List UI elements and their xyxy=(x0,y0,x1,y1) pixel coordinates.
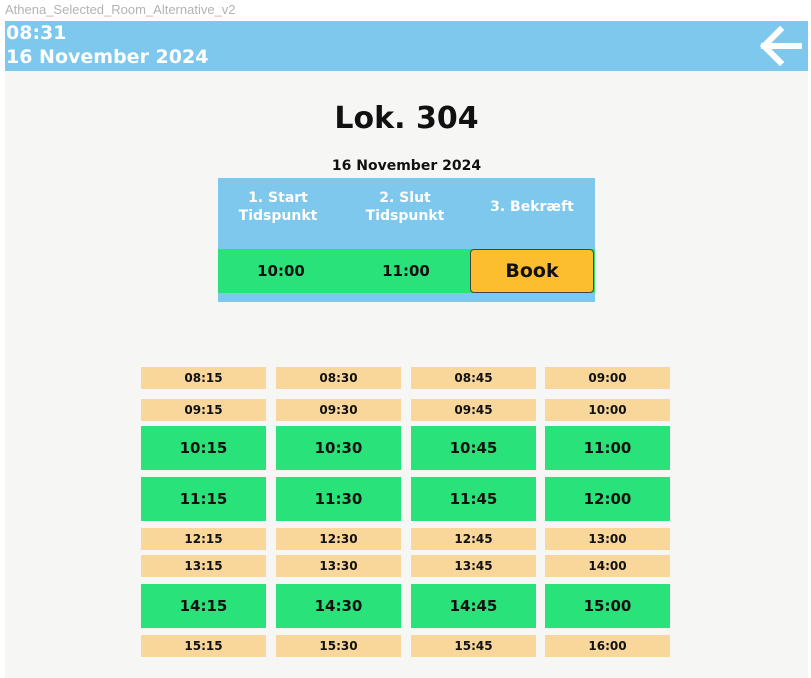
time-slot[interactable]: 15:00 xyxy=(545,584,670,628)
time-slot[interactable]: 09:30 xyxy=(276,399,401,421)
time-slot[interactable]: 12:45 xyxy=(411,528,536,550)
time-slot[interactable]: 11:15 xyxy=(141,477,266,521)
time-slot[interactable]: 08:15 xyxy=(141,367,266,389)
time-slot[interactable]: 15:30 xyxy=(276,635,401,657)
time-slot[interactable]: 14:15 xyxy=(141,584,266,628)
time-slot[interactable]: 11:30 xyxy=(276,477,401,521)
time-slot[interactable]: 14:45 xyxy=(411,584,536,628)
header-date: 16 November 2024 xyxy=(6,46,209,68)
time-slot[interactable]: 10:45 xyxy=(411,426,536,470)
arrow-left-icon xyxy=(759,25,803,67)
time-slot[interactable]: 10:00 xyxy=(545,399,670,421)
room-title: Lok. 304 xyxy=(334,101,479,136)
step-start-time: 1. Start Tidspunkt xyxy=(238,190,318,224)
time-slot[interactable]: 12:30 xyxy=(276,528,401,550)
time-slot[interactable]: 13:45 xyxy=(411,555,536,577)
time-slot[interactable]: 10:15 xyxy=(141,426,266,470)
time-slot[interactable]: 12:15 xyxy=(141,528,266,550)
time-slot[interactable]: 13:15 xyxy=(141,555,266,577)
step-confirm: 3. Bekræft xyxy=(490,199,574,215)
book-button[interactable]: Book xyxy=(470,249,594,293)
back-button[interactable] xyxy=(758,25,803,67)
frame-label: Athena_Selected_Room_Alternative_v2 xyxy=(5,2,236,17)
time-slot[interactable]: 14:30 xyxy=(276,584,401,628)
time-slot[interactable]: 15:15 xyxy=(141,635,266,657)
step-end-time: 2. Slut Tidspunkt xyxy=(365,190,445,224)
time-slot[interactable]: 08:45 xyxy=(411,367,536,389)
booking-panel: 1. Start Tidspunkt 2. Slut Tidspunkt 3. … xyxy=(218,178,595,302)
time-slot[interactable]: 11:00 xyxy=(545,426,670,470)
time-slot[interactable]: 14:00 xyxy=(545,555,670,577)
clock-time: 08:31 xyxy=(6,22,67,44)
selected-end-time[interactable]: 11:00 xyxy=(346,249,466,293)
booking-date: 16 November 2024 xyxy=(331,158,482,174)
time-slot[interactable]: 08:30 xyxy=(276,367,401,389)
time-slot[interactable]: 09:15 xyxy=(141,399,266,421)
time-slot[interactable]: 12:00 xyxy=(545,477,670,521)
time-slot[interactable]: 13:30 xyxy=(276,555,401,577)
screen: 08:31 16 November 2024 Lok. 304 16 Novem… xyxy=(5,21,808,678)
header-bar: 08:31 16 November 2024 xyxy=(5,21,808,71)
time-slot[interactable]: 11:45 xyxy=(411,477,536,521)
time-slot[interactable]: 09:00 xyxy=(545,367,670,389)
time-slot[interactable]: 16:00 xyxy=(545,635,670,657)
selection-row: 10:00 11:00 Book xyxy=(218,249,595,293)
selected-start-time[interactable]: 10:00 xyxy=(221,249,341,293)
time-slot[interactable]: 15:45 xyxy=(411,635,536,657)
time-slot[interactable]: 13:00 xyxy=(545,528,670,550)
time-slot[interactable]: 10:30 xyxy=(276,426,401,470)
time-slot[interactable]: 09:45 xyxy=(411,399,536,421)
